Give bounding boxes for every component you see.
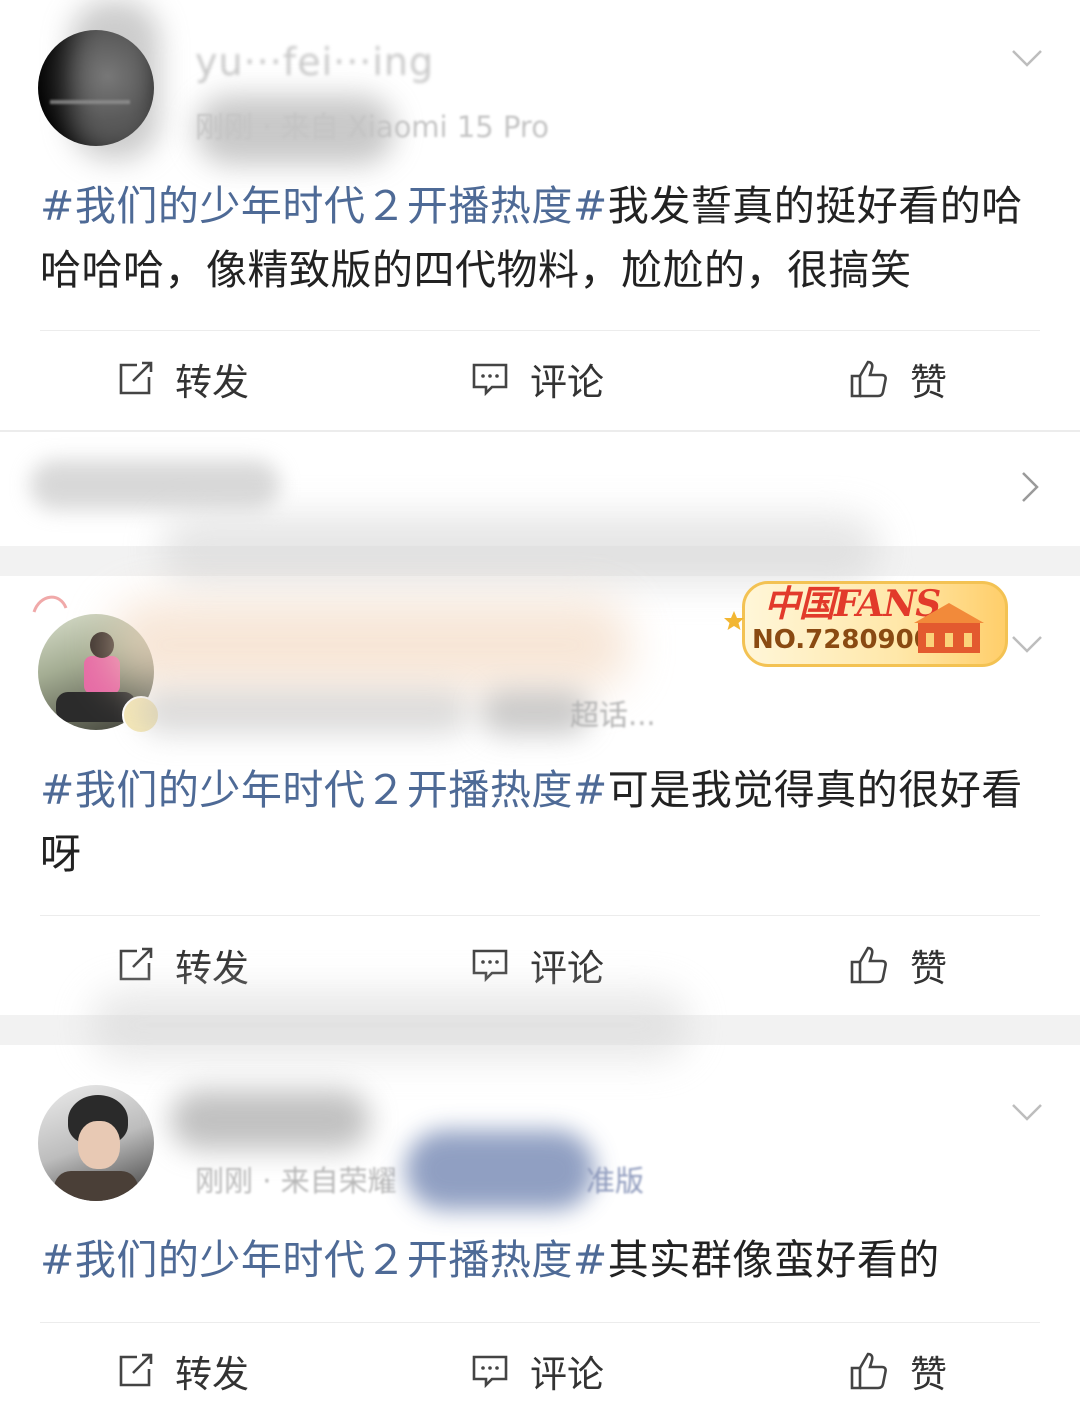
comment-label: 评论 [530,947,604,990]
repost-button[interactable]: 转发 [115,1341,249,1401]
post-text: #我们的少年时代２开播热度#可是我觉得真的很好看呀 [40,758,1040,886]
like-label: 赞 [910,1353,947,1396]
comment-button[interactable]: 评论 [470,349,604,409]
tiananmen-icon [914,603,984,653]
post-meta: 刚刚 · 来自 Xiaomi 15 Pro [195,110,549,144]
comment-button[interactable]: 评论 [470,1341,604,1401]
post-body: 其实群像蛮好看的 [607,1236,940,1284]
avatar[interactable] [38,1085,154,1201]
username[interactable]: yu···fei···ing [195,40,434,84]
divider [40,1322,1040,1323]
comment-button[interactable]: 评论 [470,935,604,995]
like-button[interactable]: 赞 [848,935,947,995]
chevron-down-icon[interactable] [1010,40,1044,74]
chevron-down-icon[interactable] [1010,626,1044,660]
post-meta-device: 准版 [586,1164,645,1198]
thumbs-up-icon [850,1352,887,1390]
divider [40,330,1040,331]
post-meta: 超话... [570,698,656,732]
post-text: #我们的少年时代２开播热度#其实群像蛮好看的 [40,1228,1040,1292]
decoration-icon [32,595,68,613]
like-label: 赞 [910,947,947,990]
divider [0,430,1080,432]
comment-icon [472,363,508,397]
post-text: #我们的少年时代２开播热度#我发誓真的挺好看的哈哈哈哈，像精致版的四代物料，尬尬… [40,174,1040,302]
thumbs-up-icon [850,360,887,398]
repost-label: 转发 [175,1353,249,1396]
repost-icon [119,947,153,981]
post-meta: 刚刚 · 来自荣耀 [195,1164,397,1198]
chevron-down-icon[interactable] [1010,1094,1044,1128]
chevron-right-icon[interactable] [1012,470,1046,504]
hashtag-link[interactable]: #我们的少年时代２开播热度# [40,766,608,814]
like-button[interactable]: 赞 [848,349,947,409]
comment-icon [472,1355,508,1389]
repost-button[interactable]: 转发 [115,349,249,409]
repost-button[interactable]: 转发 [115,935,249,995]
hashtag-link[interactable]: #我们的少年时代２开播热度# [40,182,608,230]
thumbs-up-icon [850,946,887,984]
repost-icon [119,1353,153,1387]
fans-badge[interactable]: 中国FANS NO.7280900 [722,573,1008,667]
comment-label: 评论 [530,361,604,404]
like-label: 赞 [910,361,947,404]
divider [40,915,1040,916]
repost-label: 转发 [175,947,249,990]
repost-icon [119,361,153,395]
star-icon [724,611,744,630]
fans-badge-number: NO.7280900 [752,625,932,655]
comment-icon [472,949,508,983]
hashtag-link[interactable]: #我们的少年时代２开播热度# [40,1236,608,1284]
comment-label: 评论 [530,1353,604,1396]
like-button[interactable]: 赞 [848,1341,947,1401]
repost-label: 转发 [175,361,249,404]
